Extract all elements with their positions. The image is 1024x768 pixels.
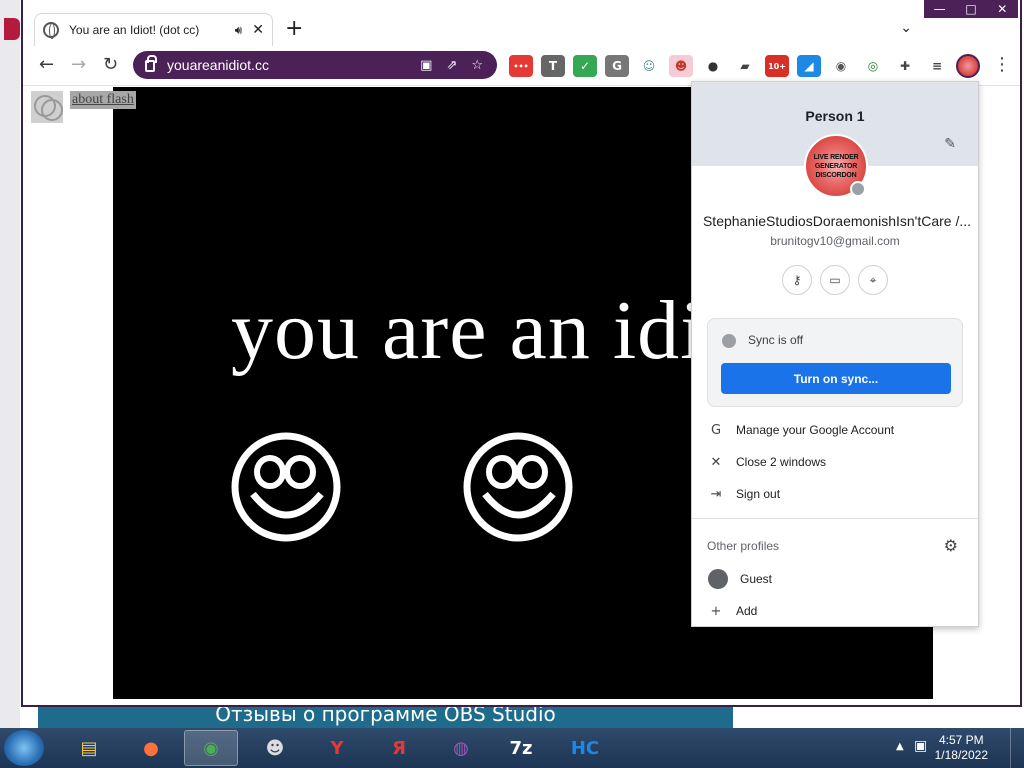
ext-pink-icon[interactable]: ☻ [669, 55, 693, 77]
taskbar: ▤ ● ◉ ☻ Y Я ◍ 7z HC ▲ ▣ 4:57 PM 1/18/2022 [0, 728, 1024, 768]
menu-item-label: Manage your Google Account [736, 423, 895, 437]
tab-strip: You are an Idiot! (dot cc) 🔊︎ ✕ + ⌄ — □ … [23, 0, 1020, 46]
sync-status: Sync is off [748, 333, 804, 347]
browser-menu-button[interactable]: ⋮ [993, 54, 1011, 75]
gear-icon[interactable]: ⚙ [944, 536, 958, 555]
payment-card-icon[interactable]: ▭ [820, 265, 850, 295]
minimize-button[interactable]: — [924, 0, 955, 18]
divider [692, 518, 978, 519]
smiley-face-icon [463, 432, 573, 542]
clock-date: 1/18/2022 [934, 748, 988, 762]
back-button[interactable]: ← [39, 54, 54, 76]
sign-out-icon: ⇥ [710, 486, 722, 502]
guest-profile-item[interactable]: Guest [692, 564, 978, 594]
profile-title: Person 1 [805, 108, 865, 124]
avatar-text: GENERATOR [814, 162, 858, 170]
background-banner: Отзывы о программе OBS Studio [38, 704, 733, 728]
7zip-app-button[interactable]: 7z [494, 730, 548, 766]
tray-overflow-icon[interactable]: ▲ [896, 741, 904, 752]
background-app-icon [4, 18, 20, 40]
tab-active[interactable]: You are an Idiot! (dot cc) 🔊︎ ✕ [34, 13, 273, 46]
smiley-face-icon [231, 432, 341, 542]
extensions-row: ••• T ✓ G ☺ ☻ ● ▰ 10+ ◢ ◉ ◎ ✚ ≡ [509, 55, 949, 77]
ext-cat-icon[interactable]: ☺ [637, 55, 661, 77]
firefox-app-button[interactable]: ● [124, 730, 178, 766]
menu-item-label: Sign out [736, 487, 781, 501]
new-tab-button[interactable]: + [285, 18, 303, 40]
speaker-icon[interactable]: 🔊︎ [235, 23, 243, 38]
ext-t-icon[interactable]: T [541, 55, 565, 77]
sign-out-item[interactable]: ⇥ Sign out [692, 479, 978, 509]
raccoon-app-button[interactable]: ☻ [248, 730, 302, 766]
ext-puzzle-icon[interactable]: ✚ [893, 55, 917, 77]
plus-icon: + [710, 603, 722, 619]
yandex-app-button[interactable]: Я [372, 730, 426, 766]
manage-google-account-item[interactable]: G Manage your Google Account [692, 415, 978, 445]
add-profile-item[interactable]: + Add [692, 596, 978, 626]
ext-g-icon[interactable]: G [605, 55, 629, 77]
ext-speech-icon[interactable]: ● [701, 55, 725, 77]
close-tab-button[interactable]: ✕ [252, 22, 264, 38]
close-windows-item[interactable]: ✕ Close 2 windows [692, 447, 978, 477]
ext-badge-icon[interactable]: 10+ [765, 55, 789, 77]
sync-off-badge-icon [850, 181, 866, 197]
globe-icon [43, 22, 59, 39]
profile-avatar-button[interactable] [956, 54, 980, 78]
ext-comment-icon[interactable]: ▰ [733, 55, 757, 77]
clock[interactable]: 4:57 PM 1/18/2022 [935, 733, 988, 763]
avatar-text: DISCORDON [815, 171, 857, 179]
lock-icon[interactable] [145, 55, 157, 72]
background-window-strip [0, 0, 20, 728]
show-desktop-button[interactable] [1010, 728, 1024, 768]
maximize-button[interactable]: □ [955, 0, 986, 18]
edit-pencil-icon[interactable]: ✎ [944, 136, 956, 152]
address-bar[interactable]: youareanidiot.cc ▣ ⇗ ☆ [133, 51, 497, 79]
chrome-app-button[interactable]: ◉ [184, 730, 238, 766]
system-tray: ▲ ▣ 4:57 PM 1/18/2022 [892, 728, 1024, 768]
ext-blue-icon[interactable]: ◢ [797, 55, 821, 77]
reload-button[interactable]: ↻ [103, 54, 118, 76]
menu-item-label: Guest [740, 572, 773, 586]
other-profiles-heading: Other profiles [707, 539, 780, 553]
avatar-text: LIVE RENDER [813, 153, 859, 161]
google-g-icon: G [710, 422, 722, 438]
ext-pin-icon[interactable]: ◎ [861, 55, 885, 77]
tab-title: You are an Idiot! (dot cc) [69, 23, 200, 37]
addresses-pin-icon[interactable]: ⌖ [858, 265, 888, 295]
ext-twitch-icon[interactable]: ◉ [829, 55, 853, 77]
browser-toolbar: ← → ↻ youareanidiot.cc ▣ ⇗ ☆ ••• T ✓ G ☺ ☻ ● ▰ 1… [23, 46, 1020, 86]
clock-time: 4:57 PM [938, 733, 984, 747]
network-icon[interactable]: ▣ [914, 738, 927, 754]
guest-avatar-icon [708, 569, 728, 589]
profile-name: StephanieStudiosDoraemonishIsn'tCare /..… [702, 213, 972, 229]
hc-app-button[interactable]: HC [558, 730, 612, 766]
sync-paused-icon [722, 334, 736, 348]
window-controls: — □ ✕ [924, 0, 1018, 18]
profile-shortcuts: ⚷ ▭ ⌖ [782, 265, 888, 295]
tab-search-icon[interactable]: ⌄ [900, 20, 912, 36]
menu-item-label: Close 2 windows [736, 455, 827, 469]
yandex-browser-app-button[interactable]: Y [310, 730, 364, 766]
popup-blocked-icon[interactable]: ▣ [420, 58, 432, 73]
profile-email: brunitogv10@gmail.com [770, 234, 900, 248]
url-text[interactable]: youareanidiot.cc [167, 57, 420, 73]
about-flash-link[interactable]: about flash [70, 91, 136, 109]
profile-menu: Person 1 ✎ LIVE RENDER GENERATOR DISCORD… [691, 81, 979, 627]
sync-panel: Sync is off Turn on sync... [707, 318, 963, 407]
share-icon[interactable]: ⇗ [446, 58, 457, 73]
forward-button[interactable]: → [71, 54, 86, 76]
ext-green-icon[interactable]: ✓ [573, 55, 597, 77]
menu-item-label: Add [736, 604, 758, 618]
tor-app-button[interactable]: ◍ [434, 730, 488, 766]
ext-red-chat-icon[interactable]: ••• [509, 55, 533, 77]
passwords-key-icon[interactable]: ⚷ [782, 265, 812, 295]
turn-on-sync-button[interactable]: Turn on sync... [721, 363, 951, 394]
close-icon: ✕ [710, 454, 722, 470]
ext-media-icon[interactable]: ≡ [925, 55, 949, 77]
flash-plugin-icon [31, 91, 63, 123]
start-button[interactable] [4, 730, 44, 766]
close-window-button[interactable]: ✕ [987, 0, 1018, 18]
explorer-app-button[interactable]: ▤ [62, 730, 116, 766]
bookmark-star-icon[interactable]: ☆ [471, 58, 483, 73]
